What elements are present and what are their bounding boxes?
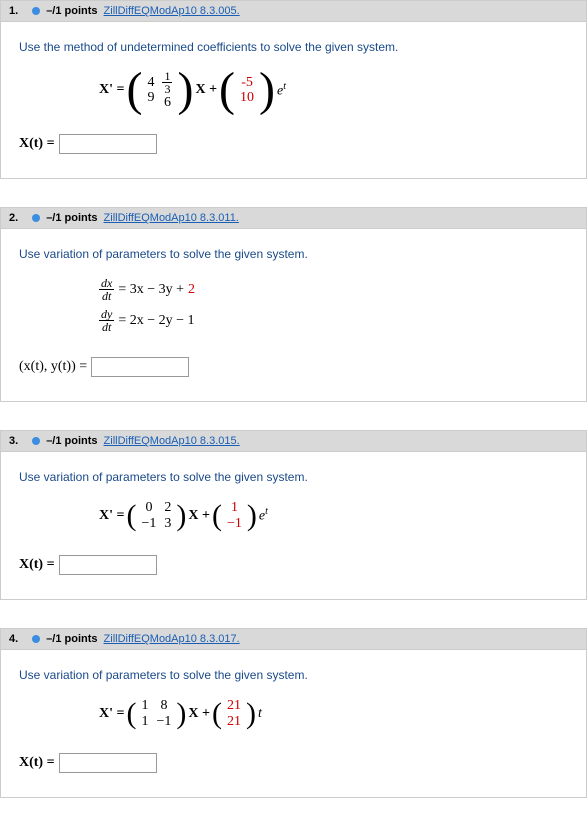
equation-display: X' = ( 1 1 8 −1 ) X + ( 21 21 ) t [99,698,568,729]
question-number: 1. [9,5,26,17]
rhs-text: = 2x − 2y − 1 [118,313,194,329]
answer-row: (x(t), y(t)) = [19,357,568,377]
matrix-col-2: 8 −1 [153,698,174,729]
forcing-term: et [259,506,268,525]
question-header: 3. –/1 points ZillDiffEQModAp10 8.3.015. [1,431,586,451]
matrix-col-2: 2 3 [161,500,174,531]
equation-system: dx dt = 3x − 3y + 2 dy dt = 2x − 2y − 1 [99,277,568,333]
matrix-cell: 6 [162,95,172,110]
prompt-text: Use variation of parameters to solve the… [19,247,568,261]
prompt-text: Use variation of parameters to solve the… [19,668,568,682]
question-header: 2. –/1 points ZillDiffEQModAp10 8.3.011. [1,208,586,228]
question-2: 2. –/1 points ZillDiffEQModAp10 8.3.011.… [0,207,587,402]
matrix-cell: 3 [164,516,171,531]
matrix-cell: −1 [156,714,171,729]
question-header: 4. –/1 points ZillDiffEQModAp10 8.3.017. [1,629,586,649]
matrix-cell: 0 [141,500,156,515]
answer-row: X(t) = [19,753,568,773]
matrix-col-1: 4 9 [144,75,157,106]
answer-row: X(t) = [19,555,568,575]
status-icon [32,7,40,15]
question-body: Use variation of parameters to solve the… [1,649,586,797]
answer-label: X(t) = [19,136,55,152]
question-4: 4. –/1 points ZillDiffEQModAp10 8.3.017.… [0,628,587,798]
answer-label: (x(t), y(t)) = [19,359,87,375]
vector-col: 1 −1 [224,500,245,531]
points-label: –/1 points [46,435,97,447]
vector-col: 21 21 [224,698,244,729]
label-xprime: X' = [99,508,124,524]
prompt-text: Use variation of parameters to solve the… [19,470,568,484]
label-xvar: X + [188,706,210,722]
matrix-col-1: 0 −1 [138,500,159,531]
vector-cell: 10 [240,90,254,105]
forcing-term: et [277,81,286,100]
equation-row-1: dx dt = 3x − 3y + 2 [99,277,568,302]
answer-input[interactable] [59,753,157,773]
question-body: Use variation of parameters to solve the… [1,228,586,401]
points-label: –/1 points [46,5,97,17]
answer-input[interactable] [59,555,157,575]
equation-row-2: dy dt = 2x − 2y − 1 [99,308,568,333]
points-label: –/1 points [46,633,97,645]
vector-cell: -5 [240,75,254,90]
vector-cell: 21 [227,714,241,729]
question-body: Use the method of undetermined coefficie… [1,21,586,178]
matrix-col-1: 1 1 [138,698,151,729]
source-link[interactable]: ZillDiffEQModAp10 8.3.017. [104,633,240,645]
source-link[interactable]: ZillDiffEQModAp10 8.3.005. [104,5,240,17]
status-icon [32,214,40,222]
matrix-cell: 1 [141,698,148,713]
matrix-cell: 13 [162,70,172,95]
question-3: 3. –/1 points ZillDiffEQModAp10 8.3.015.… [0,430,587,600]
answer-label: X(t) = [19,755,55,771]
forcing-term: t [258,706,262,722]
vector-cell: 1 [227,500,242,515]
question-number: 2. [9,212,26,224]
vector-cell: 21 [227,698,241,713]
status-icon [32,437,40,445]
matrix-cell: 4 [147,75,154,90]
source-link[interactable]: ZillDiffEQModAp10 8.3.011. [104,212,239,224]
label-xvar: X + [188,508,210,524]
matrix-cell: 2 [164,500,171,515]
vector-cell: −1 [227,516,242,531]
equation-display: X' = ( 4 9 13 6 ) X + ( -5 10 ) et [99,70,568,110]
answer-label: X(t) = [19,557,55,573]
equation-display: X' = ( 0 −1 2 3 ) X + ( 1 −1 ) et [99,500,568,531]
vector-col: -5 10 [237,75,257,106]
answer-row: X(t) = [19,134,568,154]
matrix-cell: 9 [147,90,154,105]
derivative: dy dt [99,308,114,333]
label-xvar: X + [195,82,217,98]
answer-input[interactable] [59,134,157,154]
label-xprime: X' = [99,706,124,722]
question-number: 3. [9,435,26,447]
question-1: 1. –/1 points ZillDiffEQModAp10 8.3.005.… [0,0,587,179]
rhs-text: = 3x − 3y + [118,282,184,298]
matrix-cell: −1 [141,516,156,531]
answer-input[interactable] [91,357,189,377]
matrix-cell: 8 [156,698,171,713]
source-link[interactable]: ZillDiffEQModAp10 8.3.015. [104,435,240,447]
question-body: Use variation of parameters to solve the… [1,451,586,599]
prompt-text: Use the method of undetermined coefficie… [19,40,568,54]
label-xprime: X' = [99,82,124,98]
derivative: dx dt [99,277,114,302]
question-header: 1. –/1 points ZillDiffEQModAp10 8.3.005. [1,1,586,21]
question-number: 4. [9,633,26,645]
rhs-constant: 2 [188,282,195,298]
status-icon [32,635,40,643]
points-label: –/1 points [46,212,97,224]
matrix-col-2: 13 6 [159,70,175,110]
matrix-cell: 1 [141,714,148,729]
